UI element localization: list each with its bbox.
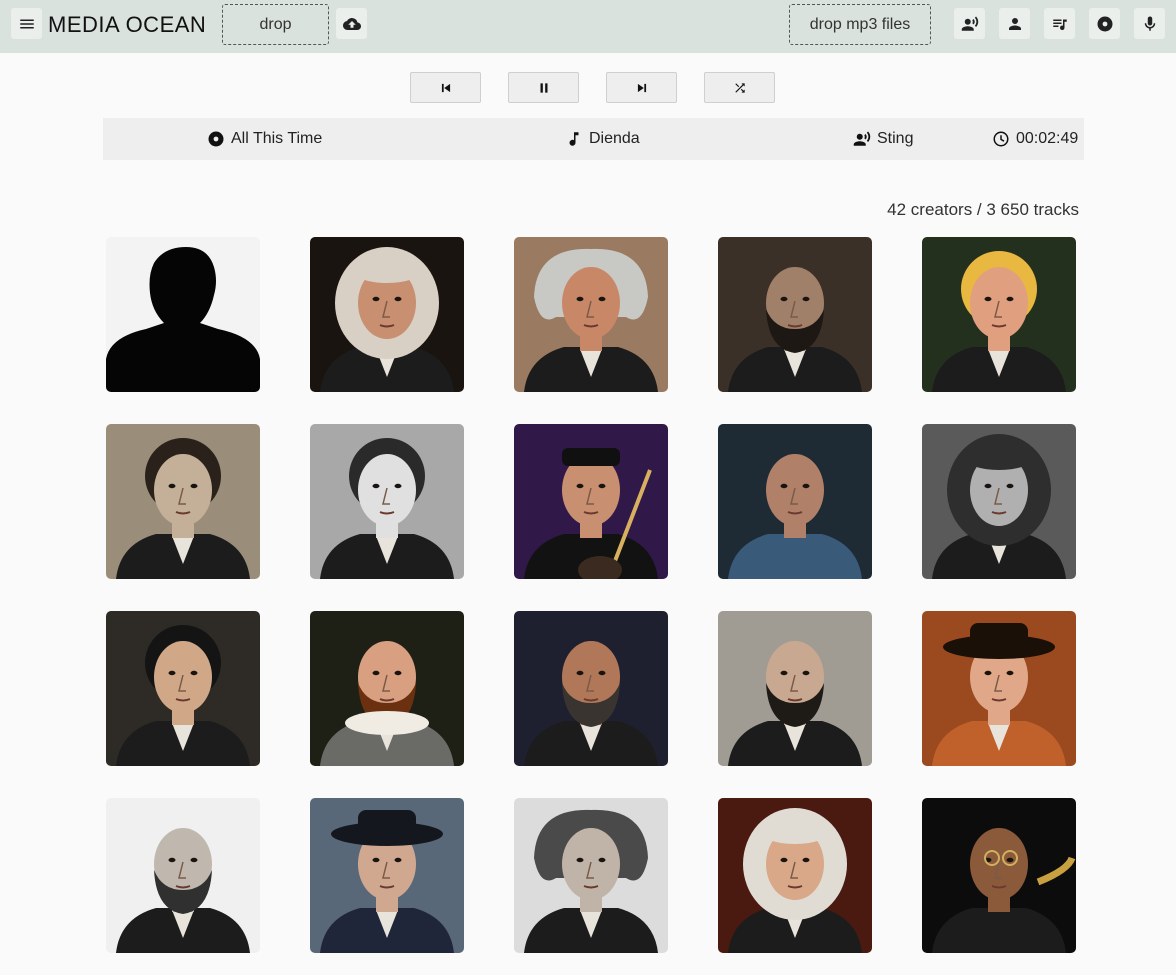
artists-view-button[interactable]: [954, 8, 985, 39]
creator-card[interactable]: [310, 798, 464, 953]
album-icon: [1097, 16, 1112, 31]
creator-portrait: [922, 611, 1076, 766]
elapsed-time: 00:02:49: [1016, 130, 1079, 147]
now-playing-bar: All This Time Dienda Sting 00:02:49: [103, 118, 1084, 160]
creator-card[interactable]: [514, 611, 668, 766]
upload-button[interactable]: [336, 8, 367, 39]
cloud-upload-icon: [342, 17, 361, 30]
creator-portrait: [106, 798, 260, 953]
creator-card[interactable]: [922, 237, 1076, 392]
creator-portrait: [310, 237, 464, 392]
creator-card[interactable]: [718, 237, 872, 392]
creator-portrait: [106, 611, 260, 766]
previous-button[interactable]: [410, 72, 481, 103]
microphone-icon: [1144, 16, 1155, 31]
creator-card[interactable]: [514, 237, 668, 392]
creator-portrait: [310, 611, 464, 766]
creator-portrait: [106, 237, 260, 392]
microphone-button[interactable]: [1134, 8, 1165, 39]
menu-icon: [19, 19, 34, 28]
creator-card[interactable]: [106, 611, 260, 766]
creator-card[interactable]: [922, 611, 1076, 766]
person-icon: [1008, 17, 1021, 30]
creator-card[interactable]: [718, 798, 872, 953]
albums-view-button[interactable]: [1089, 8, 1120, 39]
creator-card[interactable]: [922, 424, 1076, 579]
creator-portrait: [718, 424, 872, 579]
creator-portrait: [718, 237, 872, 392]
creator-card[interactable]: [718, 424, 872, 579]
playlist-icon: [1052, 19, 1067, 30]
creator-portrait: [514, 424, 668, 579]
album-name: All This Time: [231, 130, 323, 147]
creator-portrait: [106, 424, 260, 579]
creator-card[interactable]: [514, 424, 668, 579]
artist-name: Sting: [877, 130, 914, 147]
library-stats: 42 creators / 3 650 tracks: [887, 200, 1079, 219]
album-icon: [208, 131, 224, 147]
pause-icon: [540, 82, 547, 93]
now-playing-artist[interactable]: Sting: [853, 118, 913, 160]
app-title: MEDIA OCEAN: [48, 12, 207, 37]
creator-portrait: [922, 424, 1076, 579]
creator-portrait: [922, 237, 1076, 392]
menu-button[interactable]: [11, 8, 42, 39]
creator-card[interactable]: [310, 237, 464, 392]
creator-portrait: [514, 798, 668, 953]
artist-voice-icon: [853, 131, 871, 146]
creators-view-button[interactable]: [999, 8, 1030, 39]
skip-previous-icon: [441, 83, 450, 92]
creator-card[interactable]: [106, 237, 260, 392]
shuffle-icon: [734, 82, 745, 93]
now-playing-album[interactable]: All This Time: [207, 118, 322, 160]
creator-card[interactable]: [514, 798, 668, 953]
drop-mp3-zone[interactable]: drop mp3 files: [789, 4, 931, 45]
pause-button[interactable]: [508, 72, 579, 103]
skip-next-icon: [637, 83, 646, 92]
artist-voice-icon: [961, 16, 978, 31]
creator-portrait: [310, 798, 464, 953]
creator-portrait: [922, 798, 1076, 953]
creator-portrait: [718, 798, 872, 953]
now-playing-time: 00:02:49: [992, 118, 1078, 160]
next-button[interactable]: [606, 72, 677, 103]
music-note-icon: [569, 132, 579, 146]
creator-card[interactable]: [922, 798, 1076, 953]
tracks-view-button[interactable]: [1044, 8, 1075, 39]
creator-card[interactable]: [106, 798, 260, 953]
creator-card[interactable]: [310, 424, 464, 579]
clock-icon: [993, 131, 1009, 147]
now-playing-track[interactable]: Dienda: [565, 118, 640, 160]
creator-portrait: [514, 611, 668, 766]
drop-zone[interactable]: drop: [222, 4, 329, 45]
creator-card[interactable]: [718, 611, 872, 766]
creator-portrait: [718, 611, 872, 766]
creator-card[interactable]: [106, 424, 260, 579]
shuffle-button[interactable]: [704, 72, 775, 103]
creator-portrait: [514, 237, 668, 392]
creator-card[interactable]: [310, 611, 464, 766]
creator-portrait: [310, 424, 464, 579]
track-name: Dienda: [589, 130, 640, 147]
